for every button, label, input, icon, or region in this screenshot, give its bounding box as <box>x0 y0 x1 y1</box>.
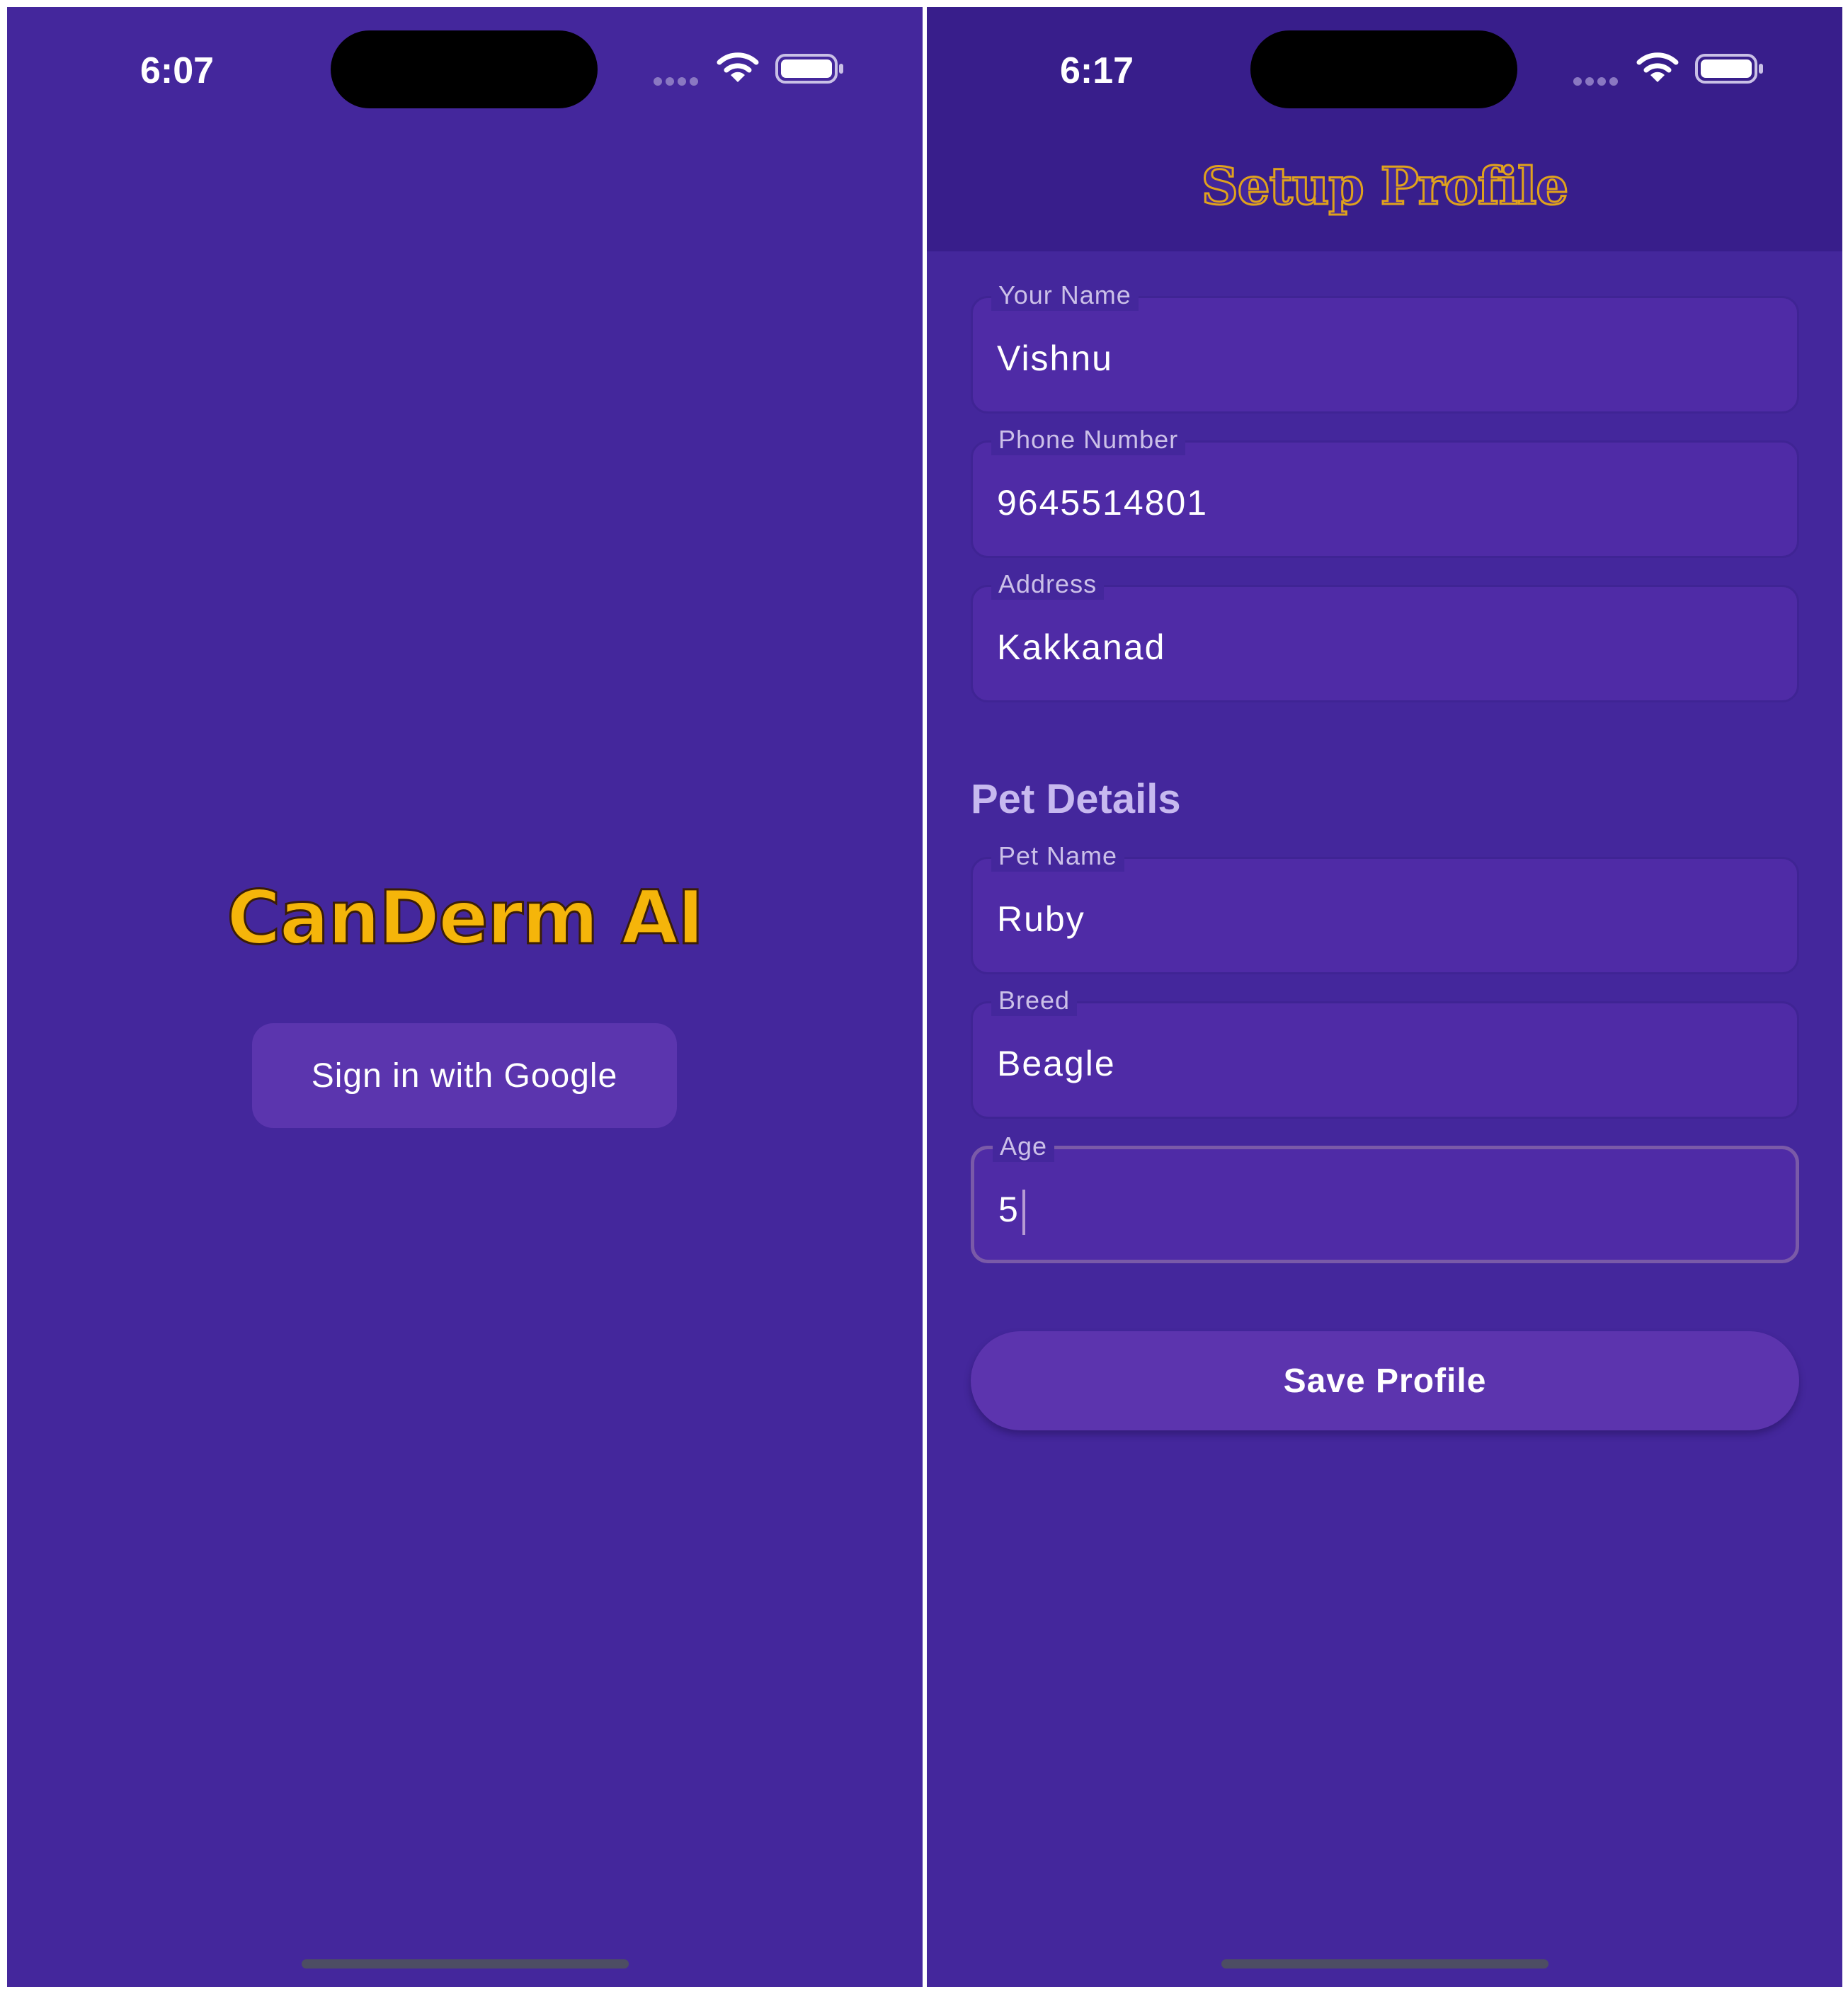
pet-name-field[interactable]: Pet Name Ruby <box>971 841 1799 974</box>
your-name-label: Your Name <box>991 280 1139 311</box>
battery-icon <box>775 54 843 84</box>
save-profile-button[interactable]: Save Profile <box>971 1331 1799 1430</box>
login-screen: 6:07 CanDerm AI Sign in with Google <box>7 7 923 1987</box>
text-caret <box>1022 1189 1025 1235</box>
page-title: Setup Profile <box>1200 155 1569 217</box>
status-time: 6:17 <box>1059 50 1134 91</box>
signal-icon <box>654 75 703 86</box>
address-value: Kakkanad <box>997 627 1166 667</box>
age-value: 5 <box>998 1189 1025 1235</box>
pet-details-heading: Pet Details <box>971 776 1181 822</box>
your-name-value: Vishnu <box>997 338 1113 378</box>
age-field[interactable]: Age 5 <box>971 1131 1799 1263</box>
dynamic-island <box>1250 30 1517 108</box>
pet-name-value: Ruby <box>997 899 1085 939</box>
breed-field[interactable]: Breed Beagle <box>971 985 1799 1119</box>
pet-name-label: Pet Name <box>991 841 1125 872</box>
wifi-icon <box>1636 52 1679 82</box>
phone-number-label: Phone Number <box>991 424 1186 455</box>
home-indicator[interactable] <box>302 1959 629 1969</box>
breed-label: Breed <box>991 985 1078 1016</box>
breed-value: Beagle <box>997 1044 1116 1083</box>
setup-profile-screen: Setup Profile 6:17 Your Name Vishnu Phon… <box>927 7 1842 1987</box>
battery-icon <box>1695 54 1763 84</box>
address-field[interactable]: Address Kakkanad <box>971 569 1799 702</box>
age-label: Age <box>993 1131 1055 1162</box>
dynamic-island <box>331 30 598 108</box>
address-label: Address <box>991 569 1105 600</box>
signal-icon <box>1573 75 1623 86</box>
sign-in-with-google-button[interactable]: Sign in with Google <box>252 1023 677 1128</box>
your-name-field[interactable]: Your Name Vishnu <box>971 280 1799 414</box>
app-logo-text: CanDerm AI <box>226 874 705 962</box>
phone-number-field[interactable]: Phone Number 9645514801 <box>971 424 1799 558</box>
home-indicator[interactable] <box>1221 1959 1548 1969</box>
wifi-icon <box>717 52 759 82</box>
age-text: 5 <box>998 1190 1020 1229</box>
status-time: 6:07 <box>139 50 215 91</box>
phone-number-value: 9645514801 <box>997 483 1209 523</box>
